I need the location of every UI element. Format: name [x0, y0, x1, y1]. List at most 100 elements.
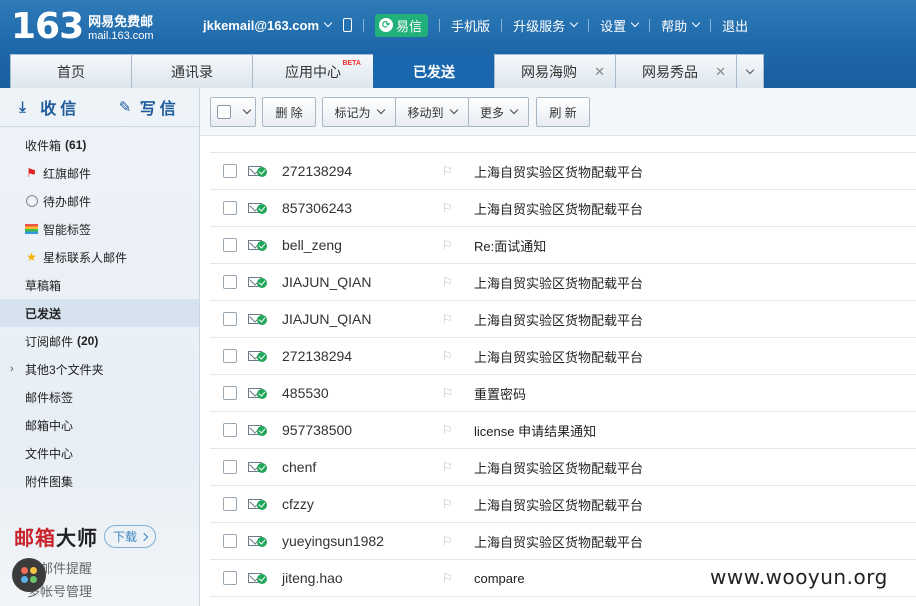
- sidebar-item-sent[interactable]: 已发送: [0, 299, 199, 327]
- sent-check-icon: [257, 204, 267, 214]
- top-bar: jkkemail@163.com ⟳ 易信 手机版 升级服务 设置 帮助 退出: [203, 13, 748, 37]
- sent-check-icon: [257, 463, 267, 473]
- table-row[interactable]: bell_zeng ⚐ Re:面试通知: [210, 227, 916, 264]
- sidebar-item-starred-contacts[interactable]: ★ 星标联系人邮件: [0, 243, 199, 271]
- folder-label: 红旗邮件: [43, 166, 92, 181]
- subject: Re:面试通知: [474, 238, 547, 254]
- yixin-button[interactable]: ⟳ 易信: [375, 13, 429, 37]
- row-checkbox[interactable]: [223, 201, 237, 215]
- mobile-link[interactable]: 手机版: [451, 16, 490, 35]
- app-launcher-icon[interactable]: [12, 558, 46, 592]
- mark-as-dropdown[interactable]: 标记为: [322, 97, 396, 127]
- download-button[interactable]: 下载: [104, 525, 157, 548]
- table-row[interactable]: 485530 ⚐ 重置密码: [210, 375, 916, 412]
- row-checkbox[interactable]: [223, 312, 237, 326]
- mail-master-promo: 邮箱大师 下载: [14, 522, 157, 551]
- sidebar-item-attachments[interactable]: 附件图集: [0, 467, 199, 495]
- yixin-label: 易信: [396, 18, 423, 34]
- refresh-button[interactable]: 刷 新: [536, 97, 590, 127]
- flag-icon[interactable]: ⚐: [442, 497, 453, 511]
- sidebar-item-subscriptions[interactable]: 订阅邮件 (20): [0, 327, 199, 355]
- table-row[interactable]: 272138294 ⚐ 上海自贸实验区货物配载平台: [210, 153, 916, 190]
- flag-icon[interactable]: ⚐: [442, 386, 453, 400]
- row-checkbox[interactable]: [223, 571, 237, 585]
- watermark: www.wooyun.org: [710, 565, 888, 589]
- flag-icon[interactable]: ⚐: [442, 534, 453, 548]
- table-row[interactable]: chenf ⚐ 上海自贸实验区货物配载平台: [210, 449, 916, 486]
- row-checkbox[interactable]: [223, 460, 237, 474]
- phone-icon[interactable]: [343, 18, 353, 32]
- chevron-down-icon: [630, 18, 640, 28]
- flag-icon[interactable]: ⚐: [442, 571, 453, 585]
- logout-link[interactable]: 退出: [722, 16, 748, 35]
- tag-icon: [25, 223, 38, 236]
- compose-button[interactable]: ✎ 写信: [100, 95, 200, 119]
- folder-label: 附件图集: [25, 474, 74, 489]
- tab-sent[interactable]: 已发送: [373, 54, 495, 88]
- sidebar-item-inbox[interactable]: 收件箱 (61): [0, 131, 199, 159]
- chevron-down-icon: [691, 18, 701, 28]
- upgrade-menu[interactable]: 升级服务: [513, 16, 579, 35]
- flag-icon[interactable]: ⚐: [442, 349, 453, 363]
- chevron-right-icon[interactable]: ›: [10, 363, 14, 375]
- flag-icon[interactable]: ⚐: [442, 460, 453, 474]
- folder-label: 其他3个文件夹: [25, 362, 104, 377]
- table-row[interactable]: JIAJUN_QIAN ⚐ 上海自贸实验区货物配载平台: [210, 301, 916, 338]
- tab-xiupin[interactable]: 网易秀品 ✕: [615, 54, 737, 88]
- tab-haigou[interactable]: 网易海购 ✕: [494, 54, 616, 88]
- logo-domain: mail.163.com: [88, 30, 154, 42]
- row-checkbox[interactable]: [223, 275, 237, 289]
- settings-menu[interactable]: 设置: [600, 16, 640, 35]
- sidebar-item-drafts[interactable]: 草稿箱: [0, 271, 199, 299]
- account-menu[interactable]: jkkemail@163.com: [203, 18, 333, 33]
- row-checkbox[interactable]: [223, 534, 237, 548]
- row-checkbox[interactable]: [223, 238, 237, 252]
- logo[interactable]: 163 网易免费邮 mail.163.com: [11, 8, 154, 46]
- row-checkbox[interactable]: [223, 349, 237, 363]
- select-all-dropdown[interactable]: [210, 97, 256, 127]
- flag-icon[interactable]: ⚐: [442, 423, 453, 437]
- sidebar-item-smart-tags[interactable]: 智能标签: [0, 215, 199, 243]
- table-row[interactable]: cfzzy ⚐ 上海自贸实验区货物配载平台: [210, 486, 916, 523]
- row-checkbox[interactable]: [223, 423, 237, 437]
- flag-icon[interactable]: ⚐: [442, 164, 453, 178]
- sidebar-item-mail-tags[interactable]: 邮件标签: [0, 383, 199, 411]
- row-checkbox[interactable]: [223, 164, 237, 178]
- logo-name: 网易免费邮: [88, 14, 154, 29]
- close-icon[interactable]: ✕: [594, 64, 605, 80]
- tab-contacts[interactable]: 通讯录: [131, 54, 253, 88]
- mail-list: 272138294 ⚐ 上海自贸实验区货物配载平台 857306243 ⚐ 上海自贸实验区…: [210, 153, 916, 597]
- delete-button[interactable]: 删 除: [262, 97, 316, 127]
- table-row[interactable]: 957738500 ⚐ license 申请结果通知: [210, 412, 916, 449]
- sidebar-item-file-center[interactable]: 文件中心: [0, 439, 199, 467]
- recipient: 857306243: [282, 200, 353, 216]
- receive-button[interactable]: ⤓ 收信: [0, 95, 100, 119]
- flag-icon[interactable]: ⚐: [442, 312, 453, 326]
- recipient: 485530: [282, 385, 329, 401]
- table-row[interactable]: 272138294 ⚐ 上海自贸实验区货物配载平台: [210, 338, 916, 375]
- select-all-checkbox[interactable]: [216, 105, 231, 119]
- sidebar-item-flagged[interactable]: ⚑ 红旗邮件: [0, 159, 199, 187]
- flag-icon[interactable]: ⚐: [442, 238, 453, 252]
- row-checkbox[interactable]: [223, 497, 237, 511]
- move-to-dropdown[interactable]: 移动到: [395, 97, 469, 127]
- row-checkbox[interactable]: [223, 386, 237, 400]
- flag-icon[interactable]: ⚐: [442, 275, 453, 289]
- help-menu[interactable]: 帮助: [661, 16, 701, 35]
- sidebar-item-todo[interactable]: 待办邮件: [0, 187, 199, 215]
- sent-check-icon: [257, 241, 267, 251]
- tab-home[interactable]: 首页: [10, 54, 132, 88]
- sidebar-item-mail-center[interactable]: 邮箱中心: [0, 411, 199, 439]
- tab-app-center[interactable]: 应用中心 BETA: [252, 54, 374, 88]
- table-row[interactable]: yueyingsun1982 ⚐ 上海自贸实验区货物配载平台: [210, 523, 916, 560]
- more-dropdown[interactable]: 更多: [468, 97, 529, 127]
- subject: compare: [474, 570, 525, 586]
- subject: license 申请结果通知: [474, 423, 597, 439]
- tab-more-button[interactable]: [736, 54, 764, 88]
- table-row[interactable]: JIAJUN_QIAN ⚐ 上海自贸实验区货物配载平台: [210, 264, 916, 301]
- close-icon[interactable]: ✕: [715, 64, 726, 80]
- help-label: 帮助: [661, 18, 688, 34]
- flag-icon[interactable]: ⚐: [442, 201, 453, 215]
- sidebar-item-other-folders[interactable]: › 其他3个文件夹: [0, 355, 199, 383]
- table-row[interactable]: 857306243 ⚐ 上海自贸实验区货物配载平台: [210, 190, 916, 227]
